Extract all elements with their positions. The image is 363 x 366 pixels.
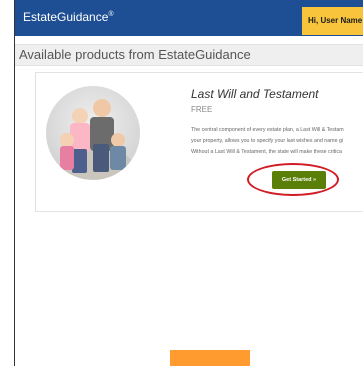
brand-mark: ® [108,11,114,18]
brand-logo[interactable]: EstateGuidance® [23,10,114,24]
user-menu-tab[interactable]: Hi, User Name [302,7,363,35]
app-frame: EstateGuidance® Hi, User Name Available … [14,0,363,366]
description-line-3: Without a Last Will & Testament, the sta… [191,149,342,155]
get-started-button[interactable]: Get Started » [272,171,326,189]
page-title: Available products from EstateGuidance [19,47,251,62]
page-subheader: Available products from EstateGuidance [15,44,363,66]
family-photo [46,86,140,180]
product-description: The central component of every estate pl… [191,125,363,158]
description-line-1: The central component of every estate pl… [191,127,344,133]
product-card: Last Will and Testament FREE The central… [35,72,363,212]
product-title: Last Will and Testament [191,87,319,101]
feedback-tab[interactable] [170,350,250,366]
brand-name: EstateGuidance [23,10,109,24]
product-price: FREE [191,105,213,114]
description-line-2: your property, allows you to specify you… [191,138,344,144]
top-bar: EstateGuidance® Hi, User Name [15,0,363,36]
cta-highlight: Get Started » [247,163,339,196]
family-illustration [60,99,132,180]
user-label: Hi, User Name [308,16,363,25]
